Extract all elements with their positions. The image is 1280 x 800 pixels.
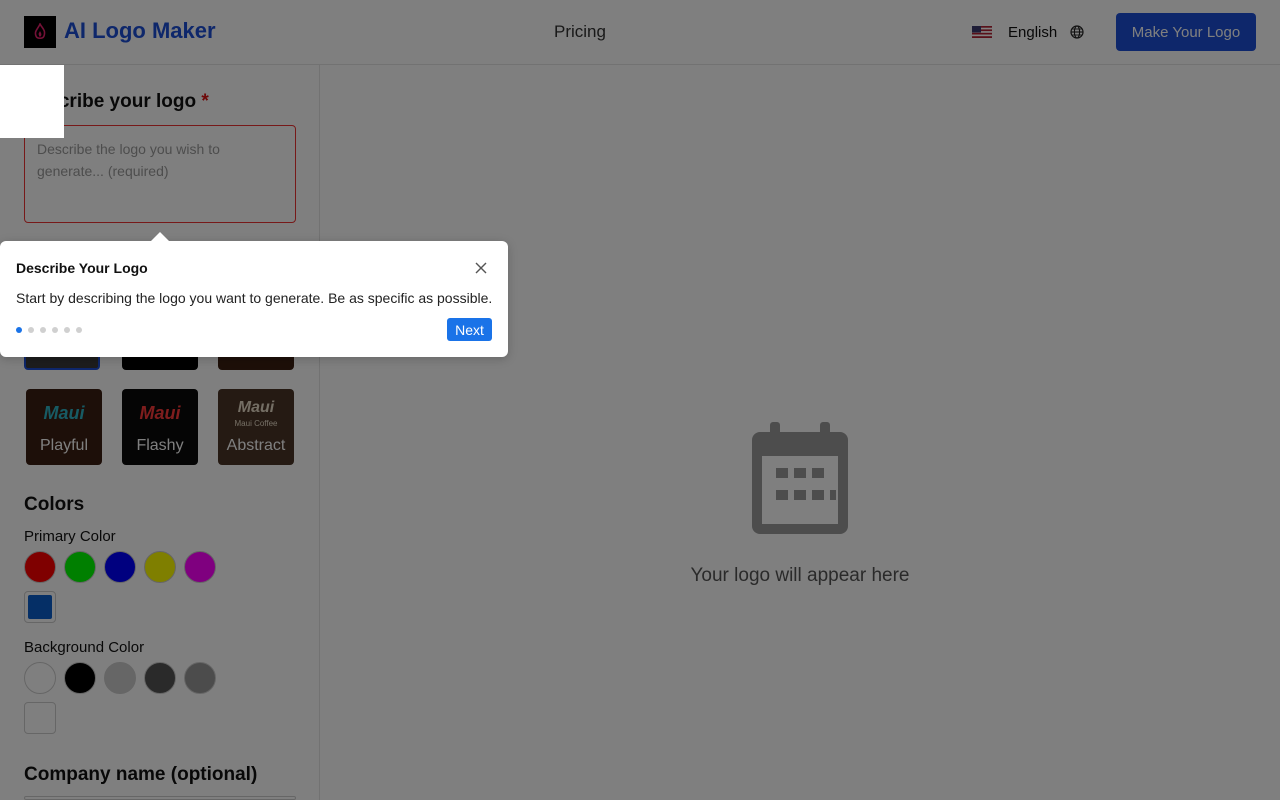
tour-step-dot[interactable] [40,327,46,333]
tour-step-dot[interactable] [64,327,70,333]
close-icon[interactable] [474,261,488,275]
tour-highlight [0,65,64,138]
tour-title: Describe Your Logo [16,260,148,276]
tour-step-dot[interactable] [52,327,58,333]
popover-arrow [151,232,169,241]
tour-progress-dots [16,327,82,333]
tour-step-dot[interactable] [28,327,34,333]
tour-overlay[interactable] [0,0,1280,800]
tour-next-button[interactable]: Next [447,318,492,341]
tour-step-dot[interactable] [76,327,82,333]
tour-step-dot[interactable] [16,327,22,333]
tour-description: Start by describing the logo you want to… [16,290,493,306]
tour-popover: Describe Your Logo Start by describing t… [0,232,508,357]
